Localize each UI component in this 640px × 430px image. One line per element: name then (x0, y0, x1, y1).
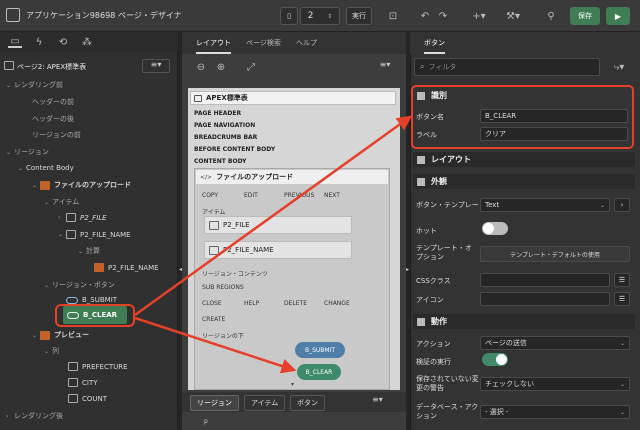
arrow-to-properties (134, 115, 413, 317)
arrow-to-canvas-button (134, 316, 297, 374)
annotation-arrows (134, 115, 413, 374)
